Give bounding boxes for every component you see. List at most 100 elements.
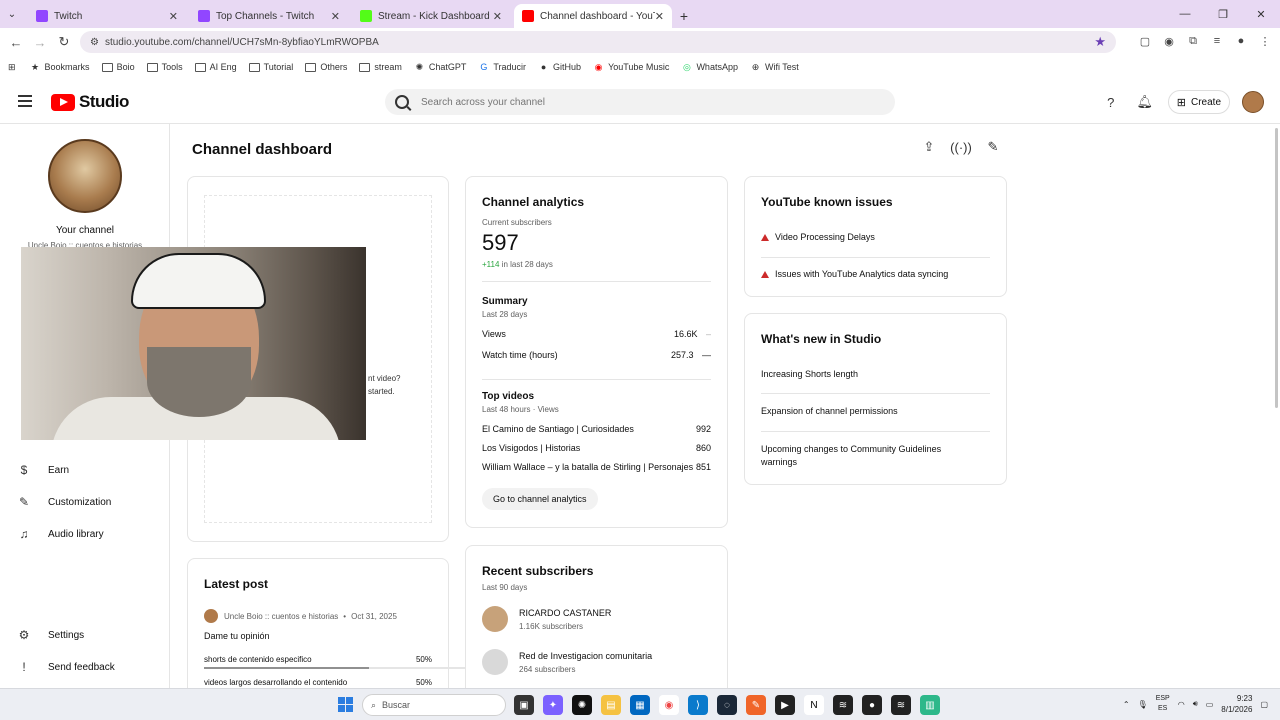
back-icon[interactable]: ← [4,35,28,50]
profile-icon[interactable]: ● [1232,32,1250,50]
card-title: What's new in Studio [761,332,882,346]
tab-search-icon[interactable]: ⌄ [0,0,24,28]
chrome-extension-icon[interactable]: ◉ [1160,32,1178,50]
notion-icon[interactable]: N [804,695,824,715]
puzzle-icon[interactable]: ⧉ [1184,32,1202,50]
windows-start-icon[interactable] [338,697,353,712]
bookmark-item[interactable]: ⊕ Wifi Test [750,62,799,73]
top-video-row[interactable]: William Wallace – y la batalla de Stirli… [482,462,711,472]
top-video-row[interactable]: Los Visigodos | Historias 860 [482,443,711,453]
close-window-icon[interactable]: ✕ [1242,0,1280,28]
upload-icon[interactable]: ⇪ [918,137,940,157]
tab-twitch[interactable]: Twitch ✕ [28,4,186,28]
go-live-icon[interactable]: ((·)) [950,137,972,157]
bookmark-item[interactable]: ★ Bookmarks [30,61,90,73]
microphone-icon[interactable]: 🎙︎ [1138,700,1148,709]
task-view-icon[interactable]: ▣ [514,695,534,715]
go-to-analytics-button[interactable]: Go to channel analytics [482,488,598,510]
account-avatar[interactable] [1242,91,1264,113]
page-scrollbar[interactable] [1275,128,1278,408]
forward-icon[interactable]: → [28,35,52,50]
bookmark-star-icon[interactable]: ★ [1094,34,1106,50]
bookmark-item[interactable]: stream [359,62,402,72]
reload-icon[interactable]: ↻ [52,34,76,50]
new-tab-icon[interactable]: + [672,4,696,28]
bookmark-item[interactable]: ◉ YouTube Music [593,62,670,73]
bookmark-item[interactable]: ● GitHub [538,62,581,72]
search-input[interactable] [421,96,861,108]
bookmark-item[interactable]: ◎ WhatsApp [681,62,738,73]
copilot-icon[interactable]: ✦ [543,695,563,715]
channel-search[interactable] [385,89,895,115]
create-post-icon[interactable]: ✎ [982,137,1004,157]
bookmark-item[interactable]: Boio [101,62,135,72]
chrome-icon[interactable]: ◉ [659,695,679,715]
minimize-icon[interactable]: — [1166,0,1204,28]
app-icon[interactable]: ▥ [920,695,940,715]
issue-item[interactable]: Video Processing Delays [761,232,990,242]
restore-icon[interactable]: ❐ [1204,0,1242,28]
bookmark-item[interactable]: Others [305,62,347,72]
wifi-icon[interactable]: ◠ [1178,700,1185,709]
sidebar-item-send-feedback[interactable]: ! Send feedback [16,659,114,675]
top-videos-title: Top videos [482,391,535,402]
sidebar-item-customization[interactable]: ✎ Customization [16,494,111,510]
poll-option: videos largos desarrollando el contenido… [204,678,432,687]
news-item[interactable]: Expansion of channel permissions [761,406,990,416]
top-video-row[interactable]: El Camino de Santiago | Curiosidades 992 [482,424,711,434]
chevron-up-icon[interactable]: ⌃ [1123,700,1130,709]
media-icon[interactable]: ≡ [1208,32,1226,50]
tab-kick[interactable]: Stream - Kick Dashboard ✕ [352,4,510,28]
subscriber-item[interactable]: Red de Investigacion comunitaria 264 sub… [482,649,652,675]
apps-icon[interactable]: ⊞ [8,62,16,73]
store-icon[interactable]: ▦ [630,695,650,715]
file-explorer-icon[interactable]: ▤ [601,695,621,715]
app-icon[interactable]: ≋ [891,695,911,715]
audio-library-icon: ♫ [19,527,29,541]
close-icon[interactable]: ✕ [493,10,502,23]
language-indicator[interactable]: ESP ES [1156,694,1170,714]
vscode-icon[interactable]: ⟩ [688,695,708,715]
tab-top-channels[interactable]: Top Channels - Twitch ✕ [190,4,348,28]
subscriber-item[interactable]: RICARDO CASTANER 1.16K subscribers [482,606,611,632]
close-icon[interactable]: ✕ [169,10,178,23]
dashboard-actions: ⇪ ((·)) ✎ [918,137,1004,157]
star-icon: ★ [31,61,40,72]
issue-item[interactable]: Issues with YouTube Analytics data synci… [761,269,990,279]
address-bar[interactable]: ⚙ studio.youtube.com/channel/UCH7sMn-8yb… [80,31,1116,53]
bookmark-item[interactable]: AI Eng [194,62,237,72]
extension-icon[interactable]: ▢ [1136,32,1154,50]
news-item[interactable]: Upcoming changes to Community Guidelines… [761,443,951,469]
bookmark-item[interactable]: ✺ ChatGPT [414,62,467,73]
app-icon[interactable]: ≋ [833,695,853,715]
youtube-studio-logo[interactable]: Studio [51,92,129,112]
news-item[interactable]: Increasing Shorts length [761,369,990,379]
sidebar-item-earn[interactable]: $ Earn [16,462,69,478]
channel-avatar[interactable] [48,139,122,213]
notifications-icon[interactable]: ▢ [1260,700,1268,709]
terminal-icon[interactable]: ▶ [775,695,795,715]
menu-icon[interactable]: ⋮ [1256,32,1274,50]
help-icon[interactable]: ? [1100,91,1122,113]
video-title: Los Visigodos | Historias [482,443,581,453]
create-button[interactable]: ⊞ Create [1167,90,1230,114]
steam-icon[interactable]: ◌ [717,695,737,715]
site-info-icon[interactable]: ⚙ [90,37,99,48]
sidebar-item-audio-library[interactable]: ♫ Audio library [16,526,104,542]
taskbar-search[interactable]: ⌕ Buscar [362,694,506,716]
app-icon[interactable]: ✎ [746,695,766,715]
volume-icon[interactable]: 🔊︎ [1193,699,1198,709]
close-icon[interactable]: ✕ [655,10,664,23]
bookmark-item[interactable]: Tutorial [248,62,293,72]
obs-icon[interactable]: ● [862,695,882,715]
notifications-bell-icon[interactable]: 🔔︎ [1134,91,1156,113]
hamburger-menu-icon[interactable] [18,95,32,107]
sidebar-item-settings[interactable]: ⚙ Settings [16,627,85,643]
close-icon[interactable]: ✕ [331,10,340,23]
bookmark-item[interactable]: Tools [146,62,183,72]
battery-icon[interactable]: ▭ [1206,700,1214,709]
chatgpt-app-icon[interactable]: ✺ [572,695,592,715]
bookmark-item[interactable]: G Traducir [478,62,526,72]
tab-youtube-studio[interactable]: Channel dashboard - YouTube ✕ [514,4,672,28]
clock[interactable]: 9:23 8/1/2026 [1221,693,1252,715]
